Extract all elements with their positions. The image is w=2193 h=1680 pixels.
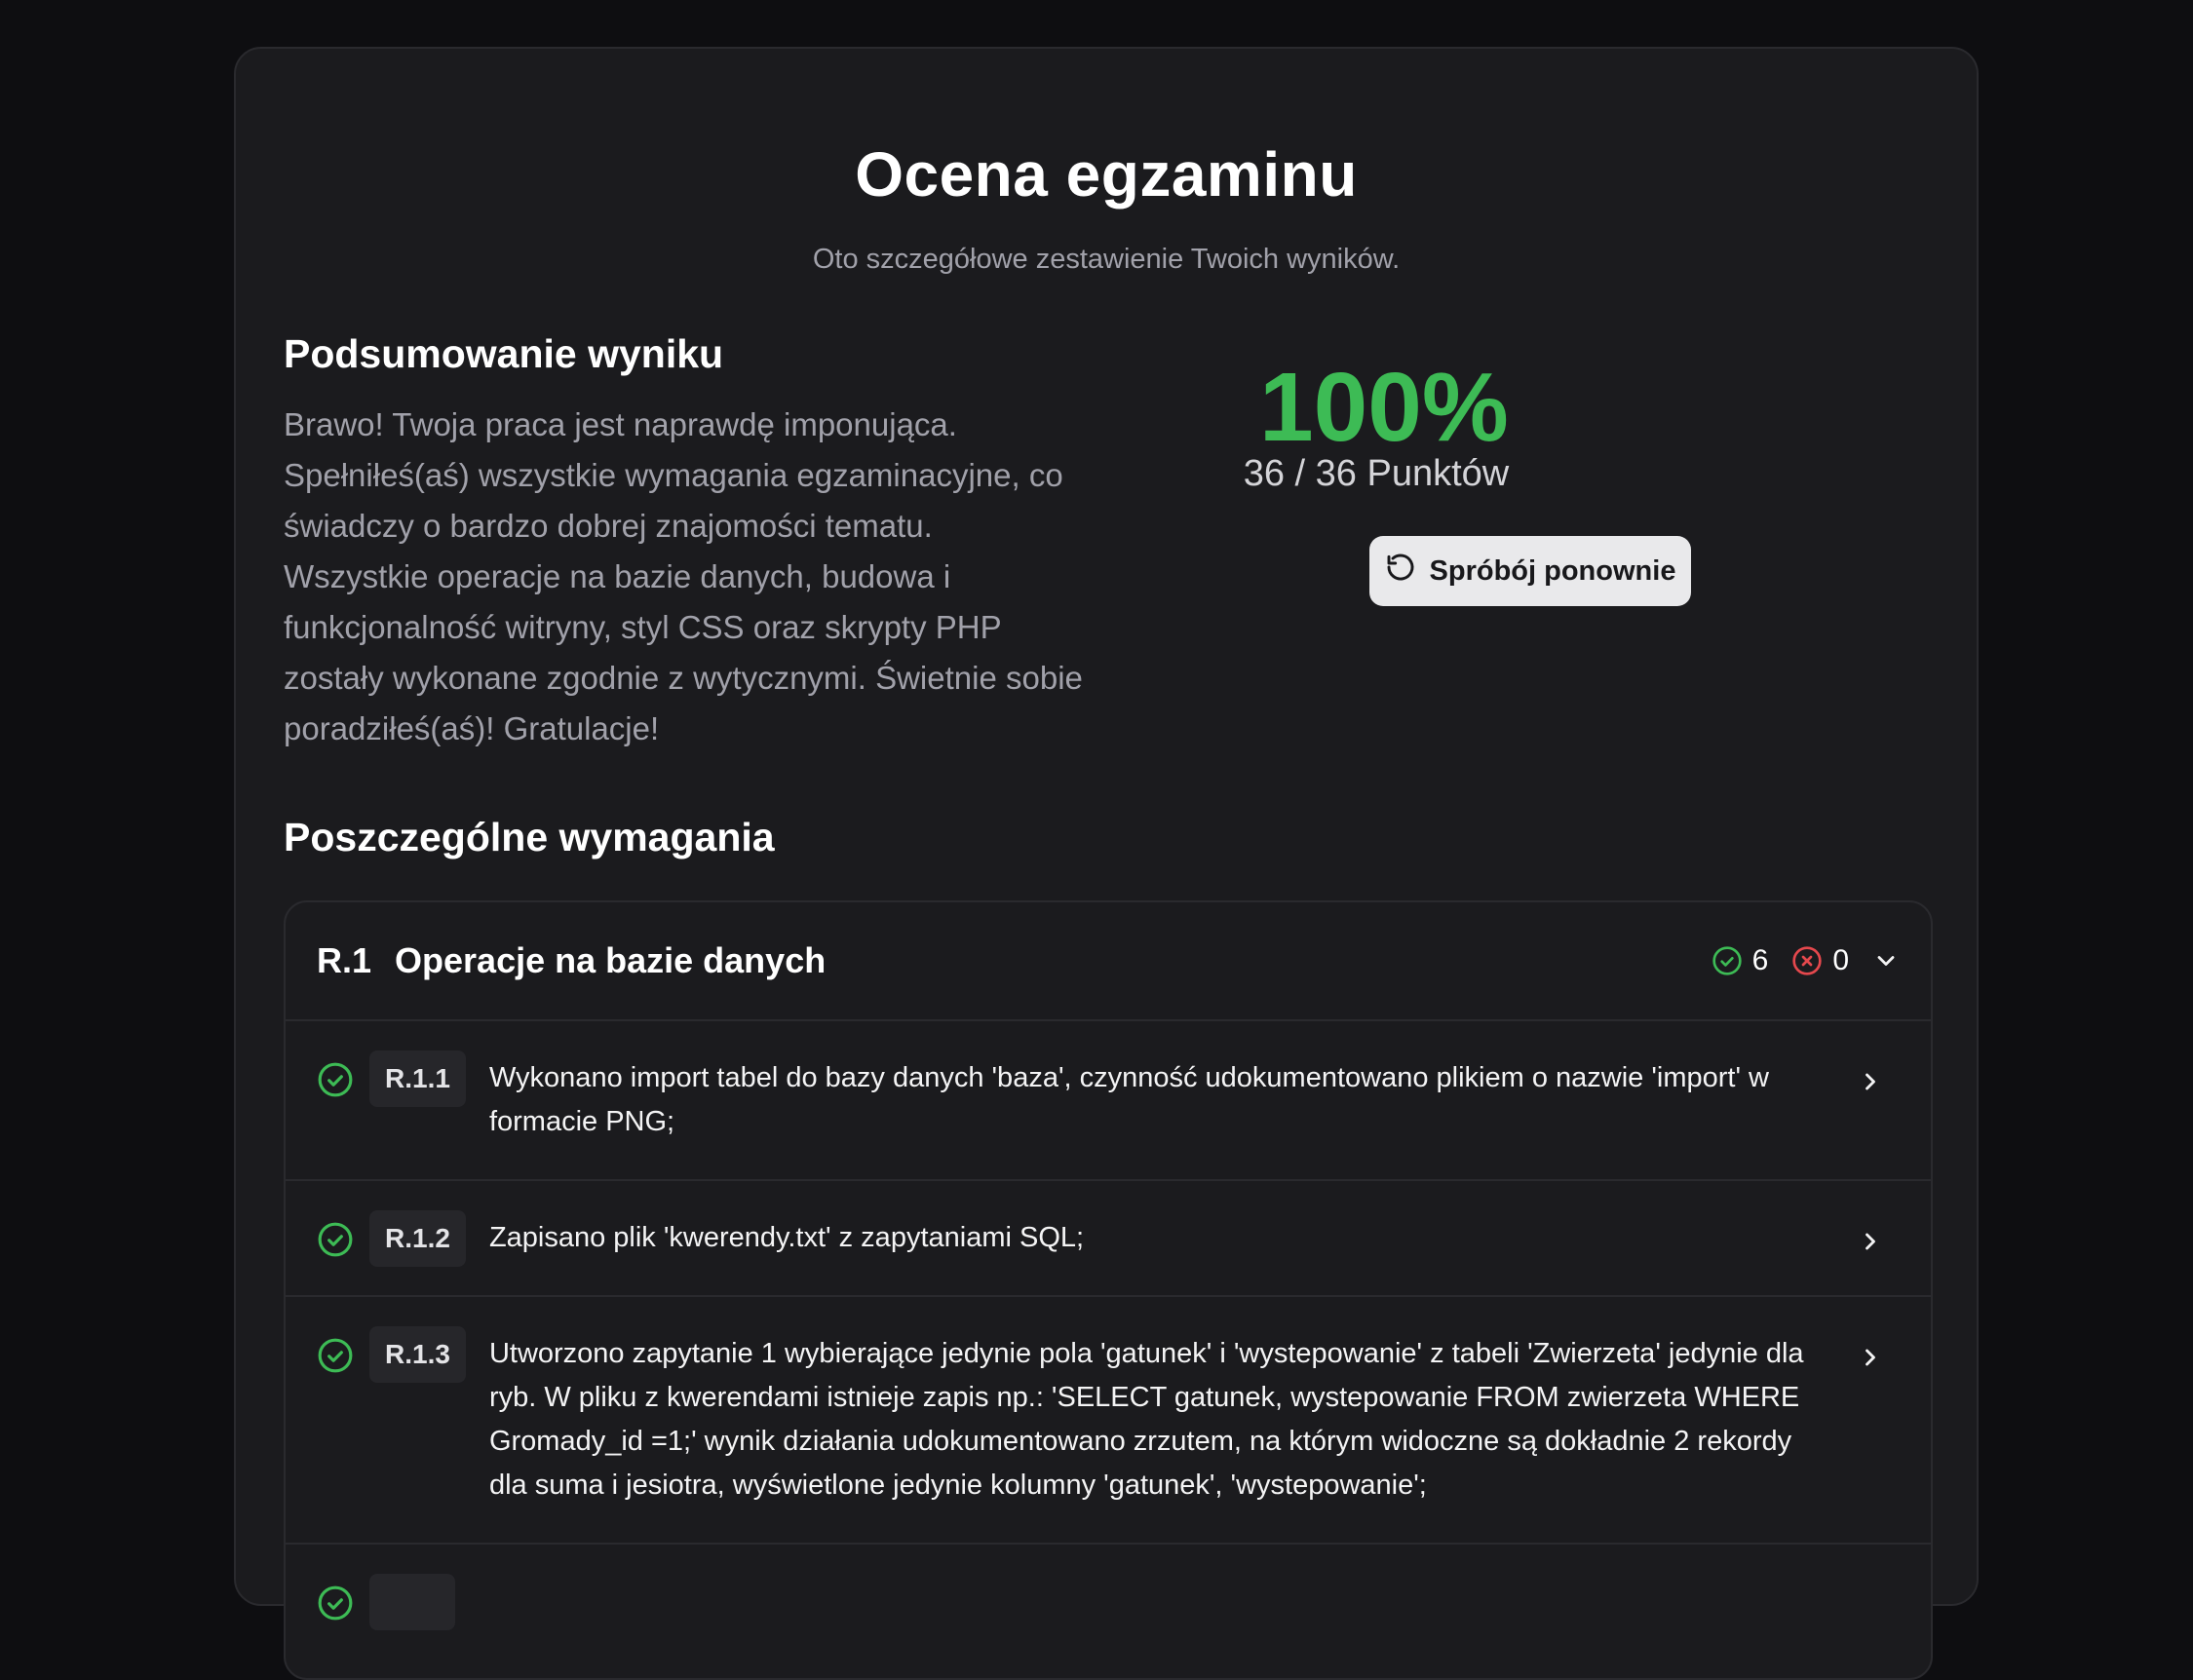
requirement-code-placeholder (369, 1574, 455, 1630)
exam-result-card: Ocena egzaminu Oto szczegółowe zestawien… (234, 47, 1979, 1680)
check-circle-icon (317, 1221, 354, 1258)
failed-count: 0 (1832, 944, 1849, 976)
summary-title: Podsumowanie wyniku (284, 331, 724, 376)
requirement-row[interactable]: R.1.1 Wykonano import tabel do bazy dany… (286, 1021, 1931, 1181)
requirement-text: Zapisano plik 'kwerendy.txt' z zapytania… (488, 1222, 1085, 1253)
x-circle-icon (1791, 945, 1823, 976)
retry-label: Spróbój ponownie (1429, 554, 1676, 587)
section-header[interactable]: R.1 Operacje na bazie danych 6 0 (286, 902, 1931, 1021)
chevron-right-icon[interactable] (1857, 1068, 1884, 1095)
requirement-code: R.1.1 (369, 1050, 466, 1107)
requirement-row-partial[interactable] (286, 1545, 1931, 1661)
page-title: Ocena egzaminu (855, 139, 1358, 210)
check-circle-icon (317, 1061, 354, 1098)
requirement-row[interactable]: R.1.3 Utworzono zapytanie 1 wybierające … (286, 1297, 1931, 1545)
retry-button[interactable]: Spróbój ponownie (1369, 536, 1691, 606)
score-percent: 100% (1259, 353, 1509, 462)
page-subtitle: Oto szczegółowe zestawienie Twoich wynik… (812, 244, 1401, 275)
requirement-text: Wykonano import tabel do bazy danych 'ba… (488, 1062, 1769, 1137)
check-circle-icon (317, 1337, 354, 1374)
passed-count: 6 (1751, 944, 1769, 976)
section-code: R.1 (317, 940, 372, 980)
check-circle-icon (317, 1585, 354, 1622)
summary-text: Brawo! Twoja praca jest naprawdę imponuj… (284, 406, 1083, 746)
requirements-title: Poszczególne wymagania (284, 815, 775, 859)
chevron-right-icon[interactable] (1857, 1344, 1884, 1371)
chevron-right-icon[interactable] (1857, 1228, 1884, 1255)
section-stats: 6 0 (1712, 944, 1900, 977)
section-name: Operacje na bazie danych (395, 940, 827, 980)
requirement-code: R.1.2 (369, 1210, 466, 1267)
chevron-down-icon[interactable] (1872, 947, 1900, 974)
requirement-section: R.1 Operacje na bazie danych 6 0 R.1.1 W… (284, 900, 1933, 1680)
requirement-row[interactable]: R.1.2 Zapisano plik 'kwerendy.txt' z zap… (286, 1181, 1931, 1297)
check-circle-icon (1712, 945, 1743, 976)
requirement-text: Utworzono zapytanie 1 wybierające jedyni… (488, 1338, 1804, 1501)
requirement-code: R.1.3 (369, 1326, 466, 1383)
retry-icon (1385, 552, 1416, 591)
score-points: 36 / 36 Punktów (1243, 453, 1510, 494)
